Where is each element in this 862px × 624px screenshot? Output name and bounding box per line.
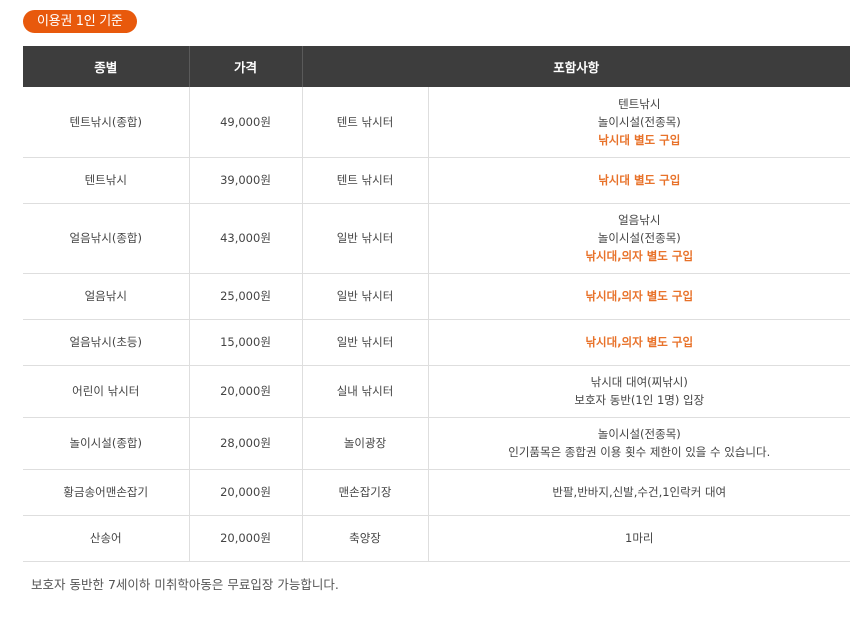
table-row: 텐트낚시 39,000원 텐트 낚시터 낚시대 별도 구입 xyxy=(23,157,851,204)
includes-cell: 낚시대 대여(찌낚시) 보호자 동반(1인 1명) 입장 xyxy=(427,365,851,418)
place-cell: 실내 낚시터 xyxy=(301,365,428,418)
table-row: 얼음낚시(초등) 15,000원 일반 낚시터 낚시대,의자 별도 구입 xyxy=(23,319,851,366)
place-cell: 일반 낚시터 xyxy=(301,273,428,320)
ticket-basis-badge: 이용권 1인 기준 xyxy=(23,10,137,33)
includes-item: 낚시대 대여(찌낚시) xyxy=(590,375,688,389)
price-cell: 15,000원 xyxy=(188,319,302,366)
table-header-row: 종별 가격 포함사항 xyxy=(23,46,851,87)
header-type: 종별 xyxy=(23,46,189,87)
table-row: 얼음낚시 25,000원 일반 낚시터 낚시대,의자 별도 구입 xyxy=(23,273,851,320)
table-row: 텐트낚시(종합) 49,000원 텐트 낚시터 텐트낚시놀이시설(전종목) 낚시대 별도… xyxy=(23,87,851,158)
table-row: 놀이시설(종합) 28,000원 놀이광장 놀이시설(전종목) 인기품목은 종합권 이용… xyxy=(23,417,851,470)
price-cell: 25,000원 xyxy=(188,273,302,320)
type-cell: 산송어 xyxy=(23,515,189,562)
includes-item: 인기품목은 종합권 이용 횟수 제한이 있을 수 있습니다. xyxy=(508,445,771,459)
includes-item: 놀이시설(전종목) xyxy=(597,114,681,129)
table-row: 산송어 20,000원 축양장 1마리 xyxy=(23,515,851,562)
price-cell: 20,000원 xyxy=(188,365,302,418)
price-cell: 49,000원 xyxy=(188,87,302,158)
price-cell: 39,000원 xyxy=(188,157,302,204)
includes-item: 보호자 동반(1인 1명) 입장 xyxy=(574,393,705,407)
type-cell: 얼음낚시 xyxy=(23,273,189,320)
includes-cell: 1마리 xyxy=(427,515,851,562)
type-cell: 어린이 낚시터 xyxy=(23,365,189,418)
price-cell: 28,000원 xyxy=(188,417,302,470)
includes-cell: 놀이시설(전종목) 인기품목은 종합권 이용 횟수 제한이 있을 수 있습니다. xyxy=(427,417,851,470)
type-cell: 얼음낚시(초등) xyxy=(23,319,189,366)
type-cell: 황금송어맨손잡기 xyxy=(23,469,189,516)
price-cell: 20,000원 xyxy=(188,515,302,562)
includes-item: 1마리 xyxy=(625,531,654,545)
includes-item: 반팔,반바지,신발,수건,1인락커 대여 xyxy=(552,485,727,499)
purchase-note: 낚시대,의자 별도 구입 xyxy=(585,249,694,263)
includes-item: 놀이시설(전종목) xyxy=(597,427,681,441)
includes-item: 텐트낚시 xyxy=(618,96,661,111)
type-cell: 텐트낚시 xyxy=(23,157,189,204)
includes-cell: 얼음낚시놀이시설(전종목) 낚시대,의자 별도 구입 xyxy=(427,203,851,274)
place-cell: 맨손잡기장 xyxy=(301,469,428,516)
place-cell: 축양장 xyxy=(301,515,428,562)
price-cell: 20,000원 xyxy=(188,469,302,516)
purchase-note: 낚시대,의자 별도 구입 xyxy=(585,335,694,349)
place-cell: 텐트 낚시터 xyxy=(301,157,428,204)
price-table: 종별 가격 포함사항 텐트낚시(종합) 49,000원 텐트 낚시터 텐트낚시 놀이시설… xyxy=(23,46,851,562)
includes-cell: 낚시대,의자 별도 구입 xyxy=(427,319,851,366)
place-cell: 일반 낚시터 xyxy=(301,203,428,274)
includes-cell: 텐트낚시놀이시설(전종목) 낚시대 별도 구입 xyxy=(427,87,851,158)
includes-cell: 반팔,반바지,신발,수건,1인락커 대여 xyxy=(427,469,851,516)
place-cell: 놀이광장 xyxy=(301,417,428,470)
table-row: 황금송어맨손잡기 20,000원 맨손잡기장 반팔,반바지,신발,수건,1인락커 대여 xyxy=(23,469,851,516)
purchase-note: 낚시대 별도 구입 xyxy=(598,173,681,187)
header-includes: 포함사항 xyxy=(301,46,851,87)
place-cell: 일반 낚시터 xyxy=(301,319,428,366)
type-cell: 놀이시설(종합) xyxy=(23,417,189,470)
includes-item: 얼음낚시 xyxy=(618,213,661,227)
price-cell: 43,000원 xyxy=(188,203,302,274)
place-cell: 텐트 낚시터 xyxy=(301,87,428,158)
header-price: 가격 xyxy=(188,46,302,87)
type-cell: 텐트낚시(종합) xyxy=(23,87,189,158)
includes-cell: 낚시대,의자 별도 구입 xyxy=(427,273,851,320)
table-row: 얼음낚시(종합) 43,000원 일반 낚시터 얼음낚시놀이시설(전종목) 낚시대,의자… xyxy=(23,203,851,274)
includes-cell: 낚시대 별도 구입 xyxy=(427,157,851,204)
footnote: 보호자 동반한 7세이하 미취학아동은 무료입장 가능합니다. xyxy=(31,577,339,592)
purchase-note: 낚시대,의자 별도 구입 xyxy=(585,289,694,303)
type-cell: 얼음낚시(종합) xyxy=(23,203,189,274)
purchase-note: 낚시대 별도 구입 xyxy=(598,132,681,147)
table-row: 어린이 낚시터 20,000원 실내 낚시터 낚시대 대여(찌낚시) 보호자 동반(1인… xyxy=(23,365,851,418)
includes-item: 놀이시설(전종목) xyxy=(597,231,681,245)
